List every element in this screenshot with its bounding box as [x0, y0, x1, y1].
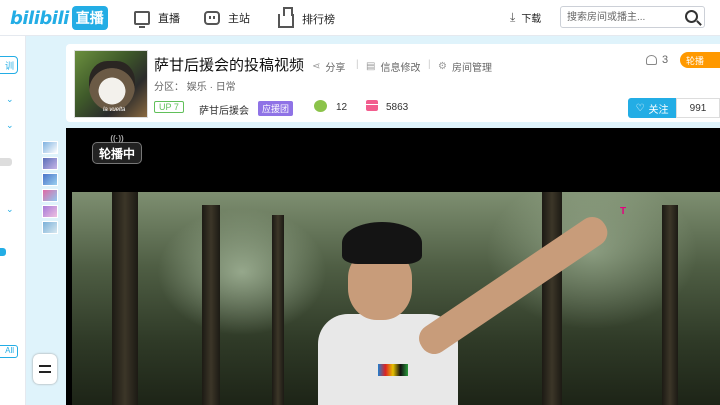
jersey-stripe — [378, 364, 408, 376]
info-edit-button[interactable]: ▤ 信息修改 — [366, 59, 420, 74]
area-child-link[interactable]: 日常 — [216, 82, 236, 93]
thumbnail-item[interactable] — [42, 141, 58, 154]
info-edit-label: 信息修改 — [380, 63, 421, 74]
box-count: 5863 — [386, 102, 409, 113]
tree-trunk — [662, 205, 678, 405]
search-box — [560, 6, 705, 28]
avatar-watermark: la vuelta — [103, 107, 126, 113]
anchor-name[interactable]: 萨甘后援会 — [199, 102, 249, 117]
area-separator: · — [209, 82, 213, 93]
fan-group-badge[interactable]: 应援团 — [258, 101, 294, 116]
menu-icon-bar — [39, 371, 51, 373]
tree-trunk — [202, 205, 220, 405]
logo-text: bilibili — [10, 7, 69, 29]
viewer-count-value: 3 — [662, 54, 669, 66]
level-badge: UP 7 — [154, 101, 184, 113]
heart-icon: ♡ — [635, 102, 645, 114]
room-title: 萨甘后援会的投稿视频 — [154, 57, 305, 74]
share-icon: ⋖ — [312, 61, 321, 72]
channel-watermark: T — [620, 206, 629, 217]
follow-button[interactable]: ♡ 关注 — [628, 98, 676, 118]
avatar-dog-image — [89, 61, 135, 111]
menu-icon-bar — [39, 365, 51, 367]
nav-item-label: 主站 — [228, 13, 250, 25]
follow-label: 关注 — [648, 104, 669, 116]
thumbnail-item[interactable] — [42, 157, 58, 170]
search-icon[interactable] — [685, 10, 698, 23]
sidebar-pill[interactable]: 训 — [0, 56, 18, 74]
area-prefix: 分区： — [154, 82, 184, 93]
melon-seed-icon — [314, 100, 327, 112]
people-icon — [646, 55, 657, 65]
left-sidebar: 训 ⌄ ⌄ ⌄ All — [0, 36, 26, 405]
carousel-label: 轮播中 — [98, 146, 135, 161]
gear-icon: ⚙ — [438, 61, 447, 72]
room-header: la vuelta 萨甘后援会的投稿视频 ⋖ 分享 | ▤ 信息修改 | ⚙ 房… — [66, 44, 720, 122]
tree-trunk — [112, 192, 138, 405]
cyclist-figure — [312, 211, 613, 405]
room-manage-label: 房间管理 — [451, 63, 492, 74]
tree-trunk — [542, 192, 562, 405]
rank-icon — [278, 7, 294, 28]
thumbnail-item[interactable] — [42, 205, 58, 218]
nav-item-label: 直播 — [158, 13, 180, 25]
room-manage-button[interactable]: ⚙ 房间管理 — [438, 59, 492, 74]
top-nav-bar: bilibili 直播 直播 主站 排行榜 ⤓ 下载 — [0, 0, 720, 36]
menu-button[interactable] — [33, 354, 57, 384]
thumbnail-item[interactable] — [42, 173, 58, 186]
search-input[interactable] — [561, 7, 679, 28]
nav-item-main-site[interactable]: 主站 — [204, 10, 250, 26]
tree-trunk — [272, 215, 284, 405]
viewer-count: 3 — [646, 54, 668, 66]
sidebar-item[interactable] — [0, 158, 12, 166]
bilibili-live-logo[interactable]: bilibili 直播 — [10, 6, 108, 30]
share-label: 分享 — [325, 63, 346, 74]
logo-badge: 直播 — [71, 6, 108, 30]
area-parent-link[interactable]: 娱乐 — [187, 82, 207, 93]
lottery-toggle[interactable]: 轮播 — [680, 52, 720, 68]
nav-item-live[interactable]: 直播 — [134, 10, 180, 28]
nav-item-label: 排行榜 — [302, 14, 335, 26]
divider: | — [356, 59, 359, 70]
cyclist-arm — [413, 211, 613, 360]
divider: | — [428, 59, 431, 70]
chevron-down-icon[interactable]: ⌄ — [6, 120, 14, 131]
area-breadcrumb: 分区： 娱乐 · 日常 — [154, 78, 236, 93]
bilibili-icon — [204, 11, 220, 25]
follower-count: 991 — [676, 98, 720, 118]
thumbnail-item[interactable] — [42, 189, 58, 202]
chevron-down-icon[interactable]: ⌄ — [6, 94, 14, 105]
cyclist-helmet — [342, 222, 422, 264]
gift-count: 12 — [336, 102, 348, 113]
signal-icon: ((·)) — [110, 134, 124, 143]
sidebar-item[interactable] — [0, 248, 6, 256]
sidebar-all-button[interactable]: All — [0, 345, 18, 358]
download-label: 下载 — [521, 14, 542, 25]
nav-item-ranking[interactable]: 排行榜 — [278, 7, 335, 28]
video-player[interactable]: ((·)) 轮播中 T — [66, 128, 720, 405]
download-link[interactable]: ⤓ 下载 — [510, 10, 541, 25]
anchor-avatar[interactable]: la vuelta — [74, 50, 148, 118]
video-frame: T — [72, 192, 720, 405]
tv-icon — [134, 11, 150, 28]
download-icon: ⤓ — [510, 10, 516, 24]
carousel-playing-badge: ((·)) 轮播中 — [92, 134, 142, 164]
thumbnail-item[interactable] — [42, 221, 58, 234]
chevron-down-icon[interactable]: ⌄ — [6, 204, 14, 215]
share-button[interactable]: ⋖ 分享 — [312, 59, 345, 74]
edit-icon: ▤ — [366, 61, 376, 72]
thumbnail-strip — [42, 141, 58, 237]
gift-box-icon — [366, 100, 378, 111]
